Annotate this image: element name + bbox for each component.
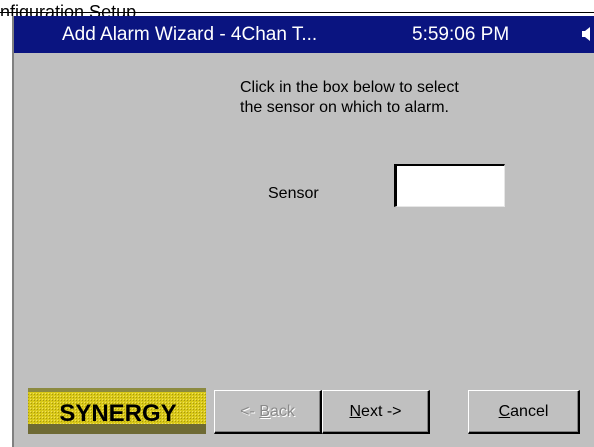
cancel-button[interactable]: Cancel [468, 390, 580, 434]
back-button-mnemonic: B [259, 402, 270, 420]
synergy-logo: SYNERGY [28, 388, 206, 434]
next-button-mnemonic: N [349, 402, 362, 420]
instructions-line: the sensor on which to alarm. [240, 99, 449, 116]
instructions-text: Click in the box below to select the sen… [240, 78, 540, 118]
back-button-prefix: <- [240, 402, 260, 420]
sensor-label: Sensor [268, 185, 319, 202]
clock-time: 5:59:06 PM [412, 24, 510, 45]
background-window-rule [0, 12, 594, 13]
next-button-label-rest: ext -> [361, 402, 402, 420]
cancel-button-label-rest: ancel [510, 402, 549, 420]
cancel-button-mnemonic: C [498, 402, 511, 420]
logo-text: SYNERGY [59, 400, 176, 427]
speaker-icon[interactable] [582, 27, 592, 41]
back-button-label-rest: ack [269, 402, 295, 420]
window-titlebar: Add Alarm Wizard - 4Chan T... 5:59:06 PM [14, 16, 594, 53]
instructions-line: Click in the box below to select [240, 79, 459, 96]
alarm-wizard-screen: nfiguration Setup Add Alarm Wizard - 4Ch… [0, 0, 594, 447]
window-left-frame-shadow [12, 16, 14, 447]
next-button[interactable]: Next -> [322, 390, 430, 434]
window-title: Add Alarm Wizard - 4Chan T... [62, 24, 318, 45]
sensor-select-box[interactable] [394, 164, 505, 207]
back-button[interactable]: <- Back [214, 390, 322, 434]
